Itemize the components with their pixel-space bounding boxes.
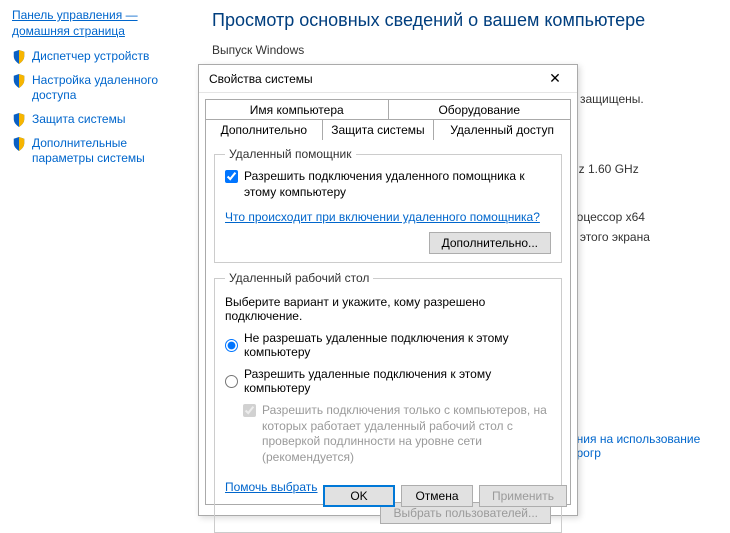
tab-hardware[interactable]: Оборудование — [389, 99, 572, 120]
sidebar: Панель управления — домашняя страница Ди… — [0, 0, 190, 185]
remote-assistant-legend: Удаленный помощник — [225, 147, 356, 161]
sidebar-item-label[interactable]: Диспетчер устройств — [32, 49, 149, 65]
bg-text-rights: а защищены. — [570, 92, 644, 106]
dialog-button-row: OK Отмена Применить — [323, 485, 567, 507]
tabs: Имя компьютера Оборудование Дополнительн… — [199, 93, 577, 505]
shield-icon — [12, 137, 26, 151]
help-choose-link[interactable]: Помочь выбрать — [225, 480, 318, 494]
shield-icon — [12, 50, 26, 64]
nla-checkbox — [243, 404, 256, 417]
apply-button[interactable]: Применить — [479, 485, 567, 507]
tab-advanced[interactable]: Дополнительно — [205, 119, 323, 140]
bg-license-link[interactable]: ения на использование прогр — [570, 432, 730, 460]
close-button[interactable]: ✕ — [539, 69, 571, 89]
radio-allow-remote[interactable] — [225, 375, 238, 388]
sidebar-item-advanced-settings[interactable]: Дополнительные параметры системы — [12, 136, 180, 167]
system-properties-dialog: Свойства системы ✕ Имя компьютера Оборуд… — [198, 64, 578, 516]
sidebar-item-label[interactable]: Настройка удаленного доступа — [32, 73, 180, 104]
tab-panel-remote: Удаленный помощник Разрешить подключения… — [205, 139, 571, 505]
radio-deny-remote[interactable] — [225, 339, 238, 352]
remote-desktop-legend: Удаленный рабочий стол — [225, 271, 373, 285]
dialog-titlebar[interactable]: Свойства системы ✕ — [199, 65, 577, 93]
allow-remote-assistance-label[interactable]: Разрешить подключения удаленного помощни… — [244, 169, 551, 200]
tab-computer-name[interactable]: Имя компьютера — [205, 99, 389, 120]
page-title: Просмотр основных сведений о вашем компь… — [212, 10, 718, 31]
main-panel: Просмотр основных сведений о вашем компь… — [200, 0, 730, 73]
tab-remote[interactable]: Удаленный доступ — [434, 119, 571, 140]
remote-desktop-prompt: Выберите вариант и укажите, кому разреше… — [225, 295, 551, 323]
shield-icon — [12, 74, 26, 88]
remote-assistant-group: Удаленный помощник Разрешить подключения… — [214, 147, 562, 263]
remote-assistance-help-link[interactable]: Что происходит при включении удаленного … — [225, 210, 540, 224]
dialog-title: Свойства системы — [209, 72, 313, 86]
windows-edition-label: Выпуск Windows — [212, 43, 718, 57]
nla-label: Разрешить подключения только с компьютер… — [262, 403, 551, 465]
remote-assistance-advanced-button[interactable]: Дополнительно... — [429, 232, 551, 254]
close-icon: ✕ — [549, 70, 561, 87]
bg-text-cpu: Hz 1.60 GHz — [570, 162, 639, 176]
shield-icon — [12, 113, 26, 127]
bg-text-arch: роцессор x64 — [570, 210, 645, 224]
control-panel-home-link[interactable]: Панель управления — домашняя страница — [12, 8, 180, 39]
bg-text-display: я этого экрана — [570, 230, 650, 244]
radio-allow-remote-label[interactable]: Разрешить удаленные подключения к этому … — [244, 367, 551, 395]
sidebar-item-device-manager[interactable]: Диспетчер устройств — [12, 49, 180, 65]
ok-button[interactable]: OK — [323, 485, 395, 507]
sidebar-item-label[interactable]: Дополнительные параметры системы — [32, 136, 180, 167]
tab-system-protection[interactable]: Защита системы — [323, 119, 435, 140]
sidebar-item-remote-settings[interactable]: Настройка удаленного доступа — [12, 73, 180, 104]
sidebar-item-system-protection[interactable]: Защита системы — [12, 112, 180, 128]
sidebar-item-label[interactable]: Защита системы — [32, 112, 125, 128]
cancel-button[interactable]: Отмена — [401, 485, 473, 507]
allow-remote-assistance-checkbox[interactable] — [225, 170, 238, 183]
radio-deny-remote-label[interactable]: Не разрешать удаленные подключения к это… — [244, 331, 551, 359]
